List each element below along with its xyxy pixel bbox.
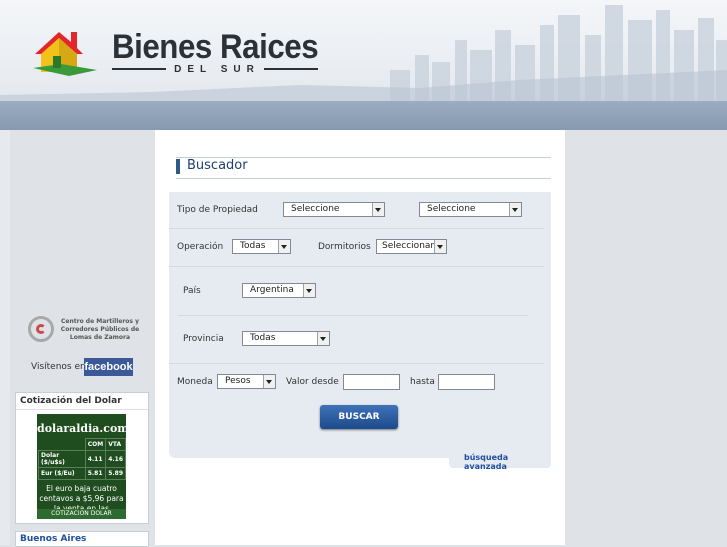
advanced-search-tab[interactable]: búsqueda avanzada: [449, 450, 551, 471]
tipo2-select[interactable]: Seleccione: [419, 202, 522, 217]
pais-select-value: Argentina: [250, 285, 294, 295]
house-logo-icon: [33, 32, 97, 76]
brand-name: Bienes Raices: [112, 28, 319, 66]
operacion-label: Operación: [177, 242, 224, 252]
facebook-button[interactable]: facebook: [84, 358, 133, 376]
header-nav-bar: [0, 101, 727, 130]
hasta-label: hasta: [410, 377, 435, 387]
table-row: Dolar ($/u$s) 4.11 4.16: [38, 450, 126, 468]
chevron-down-icon: [434, 240, 446, 253]
chevron-down-icon: [509, 203, 521, 216]
provincia-select[interactable]: Todas: [242, 331, 330, 346]
valor-desde-label: Valor desde: [286, 377, 339, 387]
camara-martilleros-logo[interactable]: Centro de Martilleros y Corredores Públi…: [28, 314, 140, 346]
dolar-row-com: 4.11: [84, 450, 107, 468]
pais-select[interactable]: Argentina: [242, 283, 316, 298]
dolar-col-com: COM: [84, 438, 107, 451]
title-accent-bar: [176, 159, 180, 174]
dolar-footer: COTIZACION DOLAR: [37, 509, 126, 519]
operacion-select-value: Todas: [240, 241, 266, 251]
buenos-aires-box: Buenos Aires: [15, 531, 149, 547]
table-row: Eur ($/Eu) 5.81 5.89: [38, 467, 126, 480]
camara-emblem-icon: [28, 316, 54, 342]
dolar-row-label: Dolar ($/u$s): [38, 450, 86, 468]
camara-line-3: Lomas de Zamora: [69, 334, 131, 341]
dormitorios-label: Dormitorios: [318, 242, 371, 252]
divider: [169, 363, 544, 364]
camara-line-2: Corredores Públicos de: [60, 326, 140, 333]
tipo-label: Tipo de Propiedad: [177, 205, 258, 215]
tipo2-select-value: Seleccione: [427, 204, 476, 214]
page-title: Buscador: [187, 158, 248, 173]
hasta-input[interactable]: [438, 374, 495, 390]
dolar-site-name: dolaraldia.com: [37, 422, 126, 435]
euro-row-label: Eur ($/Eu): [38, 467, 86, 480]
divider: [178, 315, 528, 316]
chevron-down-icon: [303, 284, 315, 297]
moneda-select-value: Pesos: [225, 376, 251, 386]
dolar-box-title: Cotización del Dolar: [16, 393, 148, 410]
moneda-select[interactable]: Pesos: [217, 374, 276, 389]
brand-subtitle: DEL SUR: [112, 63, 318, 75]
dormitorios-select[interactable]: Seleccionar: [376, 239, 447, 254]
moneda-label: Moneda: [177, 377, 213, 387]
provincia-select-value: Todas: [250, 333, 276, 343]
tipo-select-value: Seleccione: [291, 204, 340, 214]
chevron-down-icon: [263, 375, 275, 388]
dolar-table: COM VTA Dolar ($/u$s) 4.11 4.16 Eur ($/E…: [38, 438, 126, 480]
dolar-table-corner: [39, 439, 86, 451]
divider: [169, 266, 544, 267]
divider: [169, 228, 544, 229]
camara-line-1: Centro de Martilleros y: [61, 318, 139, 325]
dolar-row-vta: 4.16: [105, 450, 126, 468]
camara-name: Centro de Martilleros y Corredores Públi…: [58, 318, 142, 342]
dolar-widget[interactable]: dolaraldia.com COM VTA Dolar ($/u$s) 4.1…: [37, 414, 126, 519]
title-rule-bottom: [176, 178, 551, 179]
operacion-select[interactable]: Todas: [232, 239, 291, 254]
site-header: Bienes Raices DEL SUR: [0, 0, 727, 130]
valor-desde-input[interactable]: [343, 374, 400, 390]
dolar-box: Cotización del Dolar dolaraldia.com COM …: [15, 392, 149, 524]
tipo-select[interactable]: Seleccione: [283, 202, 385, 217]
chevron-down-icon: [278, 240, 290, 253]
chevron-down-icon: [372, 203, 384, 216]
euro-row-vta: 5.89: [105, 467, 126, 480]
visit-label: Visítenos en: [31, 362, 86, 372]
dormitorios-select-value: Seleccionar: [382, 241, 435, 251]
provincia-label: Provincia: [183, 334, 224, 344]
advanced-search-link[interactable]: búsqueda avanzada: [464, 453, 551, 471]
dolar-col-vta: VTA: [105, 438, 126, 451]
chevron-down-icon: [317, 332, 329, 345]
pais-label: País: [183, 286, 201, 296]
right-sidebar: [565, 130, 727, 545]
brand-subtitle-text: DEL SUR: [174, 63, 260, 75]
page-edge: [0, 130, 10, 545]
buscar-button[interactable]: BUSCAR: [320, 405, 398, 429]
euro-row-com: 5.81: [84, 467, 107, 480]
city-skyline-graphic: [0, 5, 727, 101]
